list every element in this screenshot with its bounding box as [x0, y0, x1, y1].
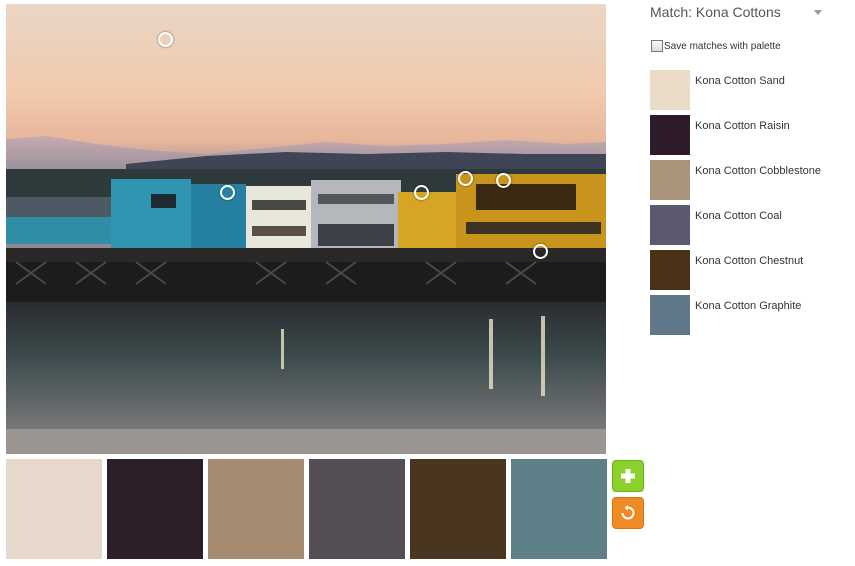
- save-matches-row: Save matches with palette: [651, 40, 781, 52]
- color-picker-teal[interactable]: [220, 185, 235, 200]
- match-item[interactable]: Kona Cotton Graphite: [650, 295, 850, 335]
- color-picker-sand[interactable]: [158, 32, 173, 47]
- add-color-button[interactable]: [612, 460, 644, 492]
- palette-swatch[interactable]: [208, 459, 304, 559]
- plus-icon: [621, 469, 635, 483]
- match-label: Kona Cotton Raisin: [695, 120, 790, 132]
- match-label: Kona Cotton Coal: [695, 210, 782, 222]
- match-label: Kona Cotton Cobblestone: [695, 165, 821, 177]
- save-matches-checkbox[interactable]: [651, 40, 663, 52]
- match-item[interactable]: Kona Cotton Sand: [650, 70, 850, 110]
- match-label: Kona Cotton Chestnut: [695, 255, 804, 267]
- match-color-chip: [650, 115, 690, 155]
- rotate-icon: [621, 505, 635, 520]
- palette-swatch[interactable]: [410, 459, 506, 559]
- source-photo[interactable]: [6, 4, 606, 454]
- matches-panel: Match: Kona Cottons Save matches with pa…: [650, 0, 850, 566]
- palette-swatch[interactable]: [107, 459, 203, 559]
- save-matches-label: Save matches with palette: [664, 40, 781, 52]
- match-title: Match: Kona Cottons: [650, 4, 781, 20]
- harbor-scene: [6, 136, 606, 454]
- color-picker-brown[interactable]: [496, 173, 511, 188]
- match-item[interactable]: Kona Cotton Chestnut: [650, 250, 850, 290]
- color-picker-grey[interactable]: [458, 171, 473, 186]
- match-item[interactable]: Kona Cotton Cobblestone: [650, 160, 850, 200]
- match-color-chip: [650, 205, 690, 245]
- match-label: Kona Cotton Sand: [695, 75, 785, 87]
- palette-swatch[interactable]: [6, 459, 102, 559]
- match-color-chip: [650, 250, 690, 290]
- color-picker-yellow[interactable]: [414, 185, 429, 200]
- reset-palette-button[interactable]: [612, 497, 644, 529]
- match-item[interactable]: Kona Cotton Raisin: [650, 115, 850, 155]
- match-color-chip: [650, 70, 690, 110]
- color-picker-dark[interactable]: [533, 244, 548, 259]
- chevron-down-icon: [814, 9, 822, 15]
- palette-swatch[interactable]: [309, 459, 405, 559]
- match-color-chip: [650, 160, 690, 200]
- match-selector[interactable]: Match: Kona Cottons: [650, 1, 830, 23]
- match-label: Kona Cotton Graphite: [695, 300, 802, 312]
- palette-swatches: [6, 459, 608, 559]
- match-color-chip: [650, 295, 690, 335]
- match-item[interactable]: Kona Cotton Coal: [650, 205, 850, 245]
- palette-swatch[interactable]: [511, 459, 607, 559]
